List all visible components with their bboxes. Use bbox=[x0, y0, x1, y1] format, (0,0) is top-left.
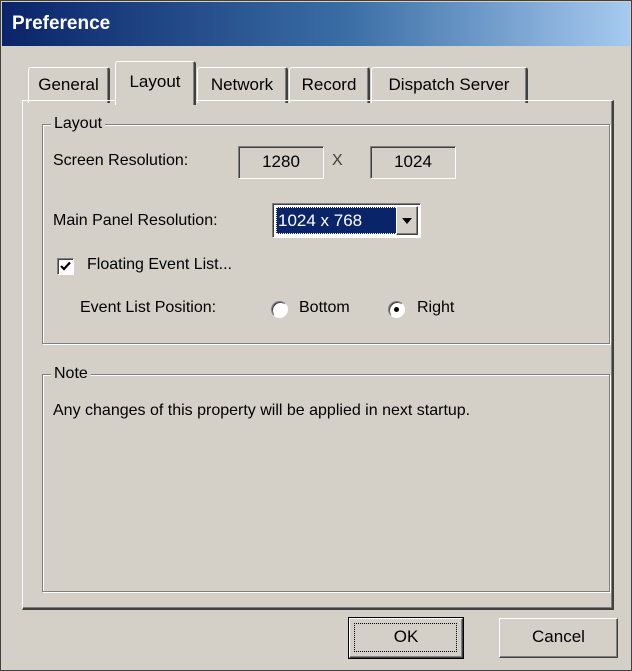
dropdown-button[interactable] bbox=[396, 206, 418, 235]
layout-group-title: Layout bbox=[51, 113, 106, 135]
layout-tab-page: Layout Screen Resolution: 1280 X 1024 Ma… bbox=[22, 100, 614, 610]
resolution-separator: X bbox=[332, 152, 343, 169]
tab-record[interactable]: Record bbox=[289, 67, 370, 103]
floating-event-list-checkbox[interactable] bbox=[57, 258, 74, 275]
position-bottom-label[interactable]: Bottom bbox=[299, 299, 350, 317]
screen-height-field[interactable]: 1024 bbox=[370, 146, 456, 179]
tab-network[interactable]: Network bbox=[197, 67, 288, 103]
note-group-title: Note bbox=[51, 363, 91, 385]
tab-strip: General Layout Network Record Dispatch S… bbox=[1, 1, 632, 105]
layout-groupbox: Layout Screen Resolution: 1280 X 1024 Ma… bbox=[42, 113, 610, 344]
position-right-label[interactable]: Right bbox=[417, 299, 454, 317]
radio-selected-dot bbox=[394, 307, 399, 312]
main-panel-resolution-value: 1024 x 768 bbox=[276, 207, 398, 234]
event-list-position-label: Event List Position: bbox=[80, 299, 217, 316]
note-text: Any changes of this property will be app… bbox=[53, 402, 471, 419]
position-right-radio[interactable] bbox=[388, 301, 405, 318]
tab-general[interactable]: General bbox=[28, 67, 110, 103]
screen-width-field[interactable]: 1280 bbox=[238, 146, 324, 179]
cancel-button[interactable]: Cancel bbox=[499, 618, 618, 658]
checkmark-icon bbox=[60, 261, 71, 271]
tab-dispatch-server[interactable]: Dispatch Server bbox=[371, 67, 528, 103]
note-groupbox: Note Any changes of this property will b… bbox=[42, 363, 610, 592]
chevron-down-icon bbox=[402, 218, 412, 224]
tab-layout[interactable]: Layout bbox=[115, 61, 196, 105]
ok-button[interactable]: OK bbox=[348, 617, 464, 659]
screen-resolution-label: Screen Resolution: bbox=[53, 152, 189, 169]
floating-event-list-label[interactable]: Floating Event List... bbox=[87, 256, 232, 274]
main-panel-resolution-select[interactable]: 1024 x 768 bbox=[272, 203, 421, 238]
preference-dialog: Preference General Layout Network Record… bbox=[0, 0, 632, 671]
main-panel-resolution-label: Main Panel Resolution: bbox=[53, 212, 218, 229]
position-bottom-radio[interactable] bbox=[271, 301, 288, 318]
